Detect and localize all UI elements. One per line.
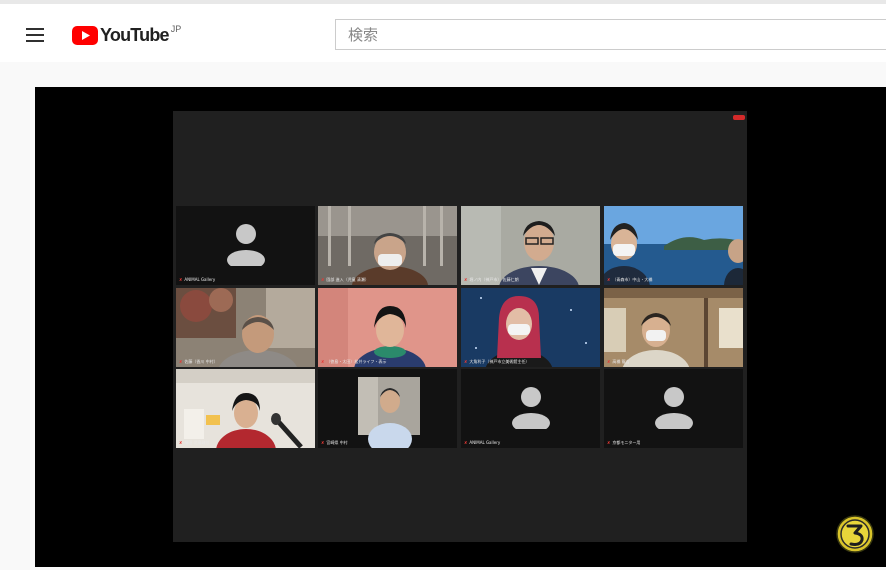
participant-name: ✘ 佐藤（香川 中村） xyxy=(179,359,218,364)
mic-muted-icon: ✘ xyxy=(607,359,611,364)
menu-icon[interactable] xyxy=(22,22,50,46)
participant-name: ✘ ANIMAL Gallery xyxy=(179,277,216,282)
mic-muted-icon: ✘ xyxy=(179,440,183,445)
youtube-logo[interactable]: YouTube JP xyxy=(72,24,181,46)
channel-badge-icon[interactable] xyxy=(836,515,874,553)
participant-name: ✘ 大角利子（神戸市立美術館主任） xyxy=(464,359,530,364)
mic-muted-icon: ✘ xyxy=(179,277,183,282)
video-feed xyxy=(176,288,315,367)
participant-tile: ✘ 宮崎県 中村 xyxy=(318,369,457,448)
participant-name: ✘ 高橋 龍吉 xyxy=(607,359,630,364)
participant-name: ✘ 京都モニター用 xyxy=(607,440,641,445)
video-feed xyxy=(318,288,457,367)
video-feed xyxy=(318,206,457,285)
mic-muted-icon: ✘ xyxy=(464,440,468,445)
person-placeholder-icon xyxy=(226,224,265,266)
participant-tile: ✘ ANIMAL Gallery xyxy=(461,369,600,448)
recording-indicator xyxy=(733,115,745,120)
mic-muted-icon: ✘ xyxy=(321,359,325,364)
search-input[interactable] xyxy=(336,20,886,49)
person-placeholder-icon xyxy=(654,387,693,429)
mic-muted-icon: ✘ xyxy=(321,440,325,445)
participant-tile: ✘ 大角利子（神戸市立美術館主任） xyxy=(461,288,600,367)
youtube-play-icon xyxy=(72,26,98,45)
mic-muted-icon: ✘ xyxy=(464,359,468,364)
mic-muted-icon: ✘ xyxy=(464,277,468,282)
video-feed xyxy=(461,288,600,367)
mic-muted-icon: ✘ xyxy=(607,277,611,282)
participant-name: ✘ ANIMAL Gallery xyxy=(464,440,501,445)
participant-name: ✘ 園部 進入（児童 清瀬） xyxy=(321,277,369,282)
participant-name: ✘ 堀ノ内（神戸市） 佐藤仁朗 xyxy=(464,277,519,282)
participant-tile: ✘ 福田 北島政位 xyxy=(176,369,315,448)
mic-muted-icon: ✘ xyxy=(607,440,611,445)
search-box[interactable] xyxy=(335,19,886,50)
participant-name: ✘ 福田 北島政位 xyxy=(179,440,210,445)
masthead: YouTube JP xyxy=(0,4,886,62)
participant-tile: ✘ （青森市）中山・大橋 xyxy=(604,206,743,285)
video-feed xyxy=(604,206,743,285)
video-feed xyxy=(176,369,315,448)
logo-text: YouTube xyxy=(100,25,170,45)
mic-muted-icon: ✘ xyxy=(321,277,325,282)
video-player[interactable]: ✘ ANIMAL Gallery ✘ 園部 進入（児童 清瀬） ✘ 堀ノ内（神戸… xyxy=(35,87,886,567)
person-placeholder-icon xyxy=(511,387,550,429)
participant-name: ✘ （徳島・太田）松井ライフ・表示 xyxy=(321,359,387,364)
video-feed xyxy=(604,288,743,367)
mic-muted-icon: ✘ xyxy=(179,359,183,364)
participant-name: ✘ （青森市）中山・大橋 xyxy=(607,277,653,282)
participant-tile-active-speaker: ✘ 佐藤（香川 中村） xyxy=(176,288,315,367)
zoom-meeting-frame: ✘ ANIMAL Gallery ✘ 園部 進入（児童 清瀬） ✘ 堀ノ内（神戸… xyxy=(173,111,747,542)
video-feed xyxy=(461,206,600,285)
region-code: JP xyxy=(170,24,182,34)
participant-tile: ✘ 堀ノ内（神戸市） 佐藤仁朗 xyxy=(461,206,600,285)
participant-tile: ✘ 京都モニター用 xyxy=(604,369,743,448)
video-feed xyxy=(318,369,457,448)
participant-tile: ✘ 高橋 龍吉 xyxy=(604,288,743,367)
participant-tile: ✘ （徳島・太田）松井ライフ・表示 xyxy=(318,288,457,367)
participant-tile: ✘ 園部 進入（児童 清瀬） xyxy=(318,206,457,285)
participant-tile: ✘ ANIMAL Gallery xyxy=(176,206,315,285)
participant-name: ✘ 宮崎県 中村 xyxy=(321,440,348,445)
